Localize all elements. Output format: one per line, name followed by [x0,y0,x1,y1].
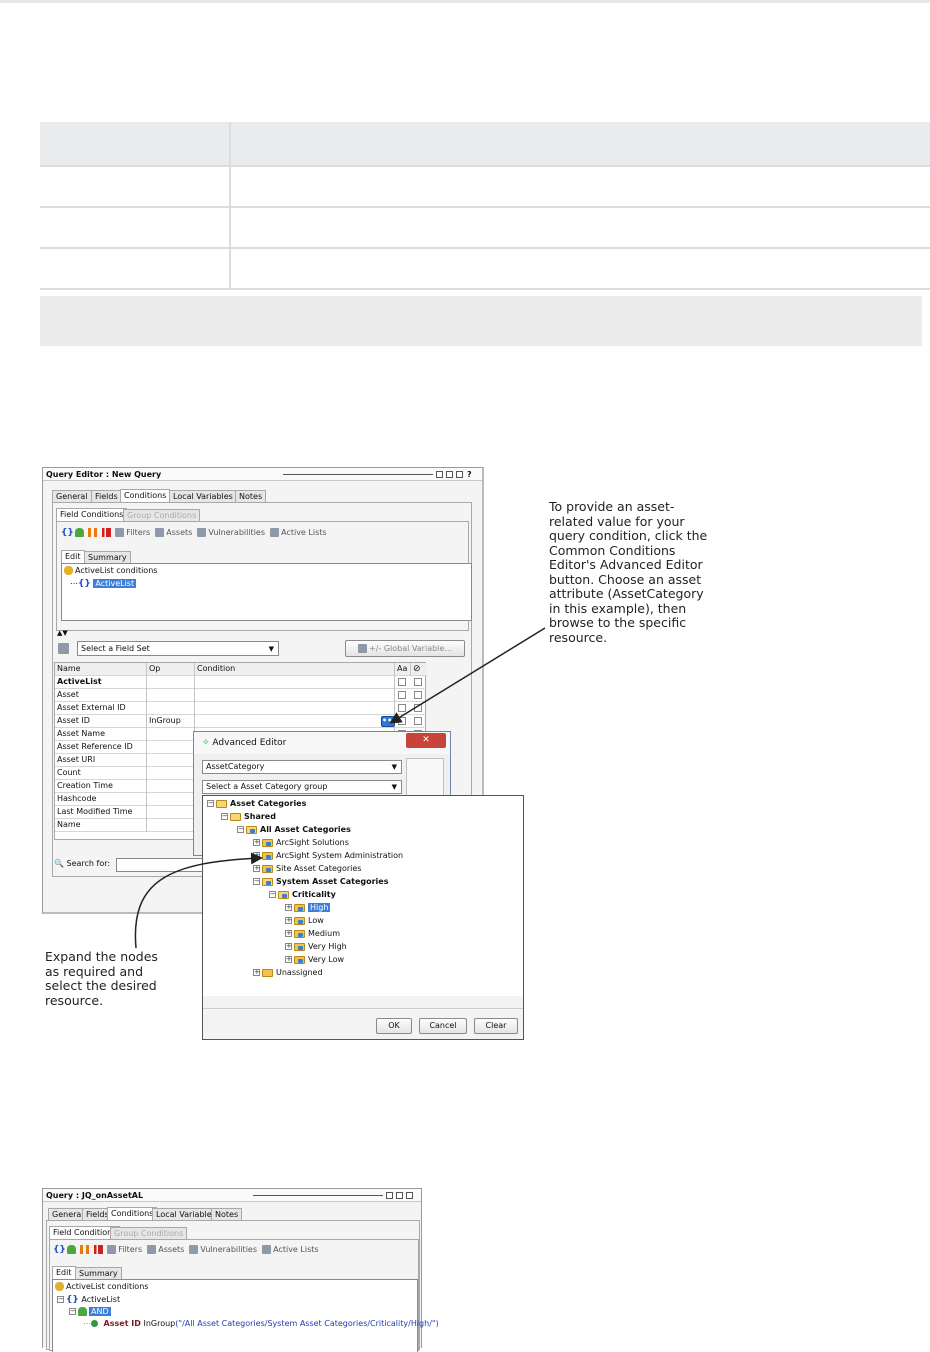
condition-value: ("/All Asset Categories/System Asset Cat… [175,1319,439,1328]
condition-dot-icon [91,1320,98,1327]
active-lists-icon[interactable] [262,1245,272,1254]
tree-activelist-label: ActiveList [81,1295,121,1304]
and-icon [78,1307,87,1316]
callout-arrows [134,627,546,949]
tree-and-node[interactable]: − AND [69,1307,111,1317]
tab-local-variables[interactable]: Local Variables [152,1208,220,1220]
tab-edit[interactable]: Edit [52,1266,76,1279]
query-window-2: Query : JQ_onAssetAL General Fields Cond… [42,1188,439,1352]
close-icon[interactable] [406,1192,413,1199]
condition-field: Asset ID [103,1319,141,1328]
tab-notes[interactable]: Notes [211,1208,243,1220]
filters-label[interactable]: Filters [118,1245,142,1254]
tree-root[interactable]: ActiveList conditions [55,1282,148,1292]
tab-group-conditions: Group Conditions [110,1227,188,1239]
collapse-icon[interactable]: − [69,1308,76,1315]
or-icon[interactable] [80,1245,90,1254]
query-window-2-titlebar: Query : JQ_onAssetAL [43,1189,421,1202]
filters-icon[interactable] [107,1245,117,1254]
curly-braces-icon: {} [66,1295,79,1305]
active-lists-label[interactable]: Active Lists [273,1245,318,1254]
tab-summary[interactable]: Summary [75,1267,122,1279]
curly-braces-icon[interactable]: {} [53,1245,66,1255]
and-icon[interactable] [66,1245,76,1254]
maximize-icon[interactable] [396,1192,403,1199]
tree-condition-node[interactable]: ⋯ Asset ID InGroup("/All Asset Categorie… [83,1319,439,1329]
condition-op: InGroup [143,1319,176,1328]
field-conditions-panel-2: {} Filters Assets Vulnerabilities Active… [49,1239,439,1352]
arrow-to-tree-nodes [134,852,263,949]
vulnerabilities-icon[interactable] [189,1245,199,1254]
condition-tree-2: ActiveList conditions −{} ActiveList − AN… [52,1279,439,1352]
collapse-icon[interactable]: − [57,1296,64,1303]
arrow-to-advanced-editor-button [389,627,546,724]
condition-toolbar-2: {} Filters Assets Vulnerabilities Active… [53,1245,353,1255]
minimize-icon[interactable] [386,1192,393,1199]
tree-activelist-node[interactable]: −{} ActiveList [57,1295,120,1305]
tab-conditions[interactable]: Conditions [107,1207,158,1220]
assets-label[interactable]: Assets [158,1245,184,1254]
gear-icon [55,1282,64,1291]
tree-root-label: ActiveList conditions [66,1282,149,1291]
and-label: AND [89,1307,111,1316]
conditions-panel-2: Field Conditions Group Conditions {} Fil… [46,1220,439,1352]
query-window-2-title: Query : JQ_onAssetAL [46,1191,144,1200]
vulnerabilities-label[interactable]: Vulnerabilities [200,1245,257,1254]
assets-icon[interactable] [147,1245,157,1254]
not-icon[interactable] [93,1245,103,1254]
